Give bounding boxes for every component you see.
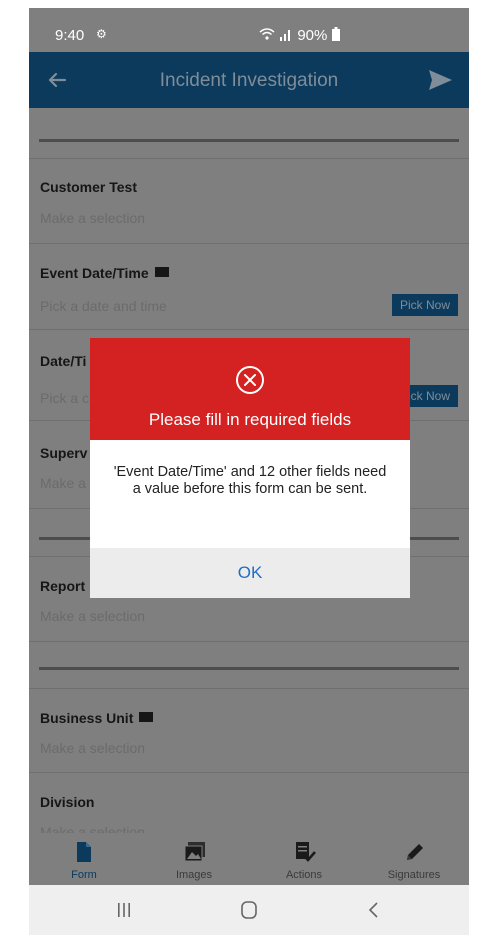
row-separator (29, 329, 469, 330)
field-label: Business Unit (40, 710, 154, 726)
status-time: 9:40 (55, 27, 85, 44)
status-bar: 9:40 ⚙ 90% (29, 8, 469, 52)
row-separator (29, 641, 469, 642)
send-icon[interactable] (427, 68, 453, 92)
row-separator (29, 243, 469, 244)
actions-icon (296, 842, 316, 862)
system-nav-bar (29, 885, 469, 935)
field-selection-input[interactable]: Make a selection (40, 740, 145, 756)
field-selection-input[interactable]: Make a selection (40, 210, 145, 226)
ok-button[interactable]: OK (90, 563, 410, 583)
phone-screen: 9:40 ⚙ 90% Incident Investigation Custom… (29, 8, 469, 935)
page-title: Incident Investigation (159, 70, 339, 91)
row-separator (29, 772, 469, 773)
field-label: Division (40, 794, 95, 810)
wifi-icon (259, 28, 275, 40)
dialog-title: Please fill in required fields (148, 410, 352, 429)
battery-percent: 90% (297, 27, 328, 44)
pick-now-button[interactable]: Pick Now (391, 294, 458, 316)
nav-item-actions[interactable]: Actions (249, 833, 359, 885)
document-icon (77, 842, 91, 862)
field-selection-input[interactable]: Make a (40, 475, 86, 491)
images-icon (184, 842, 205, 862)
pick-now-button[interactable]: ck Now (402, 385, 458, 407)
home-icon[interactable] (234, 897, 264, 923)
field-selection-input[interactable]: Make a selection (40, 608, 145, 624)
field-label: Event Date/Time (40, 265, 169, 281)
nav-item-images[interactable]: Images (139, 833, 249, 885)
required-icon (154, 267, 169, 278)
error-circle-x-icon (236, 366, 264, 394)
dialog-message: 'Event Date/Time' and 12 other fields ne… (113, 464, 387, 497)
required-icon (139, 712, 154, 723)
dialog-header: Please fill in required fields (90, 338, 410, 440)
section-divider (39, 667, 459, 670)
field-label: Superv (40, 445, 88, 461)
status-indicators: 90% (259, 27, 340, 44)
signal-icon (280, 30, 291, 41)
app-bar: Incident Investigation (29, 52, 469, 108)
row-separator (29, 158, 469, 159)
nav-item-signatures[interactable]: Signatures (359, 833, 469, 885)
notification-icon: ⚙ (96, 27, 107, 41)
field-label: Date/Ti (40, 353, 87, 369)
row-separator (29, 688, 469, 689)
recent-apps-icon[interactable] (109, 897, 139, 923)
field-selection-input[interactable]: Make a selection (40, 824, 145, 833)
dialog-footer: OK (90, 548, 410, 598)
field-label: Customer Test (40, 179, 137, 195)
date-time-input[interactable]: Pick a date and time (40, 298, 167, 314)
battery-icon (331, 27, 340, 41)
field-label: Report (40, 578, 86, 594)
error-dialog: Please fill in required fields 'Event Da… (90, 338, 410, 598)
section-divider (39, 139, 459, 142)
back-nav-icon[interactable] (359, 897, 389, 923)
bottom-nav: Form Images Actions Signatures (29, 833, 469, 885)
pencil-icon (407, 844, 423, 860)
date-time-input[interactable]: Pick a c (40, 390, 89, 406)
nav-item-form[interactable]: Form (29, 833, 139, 885)
